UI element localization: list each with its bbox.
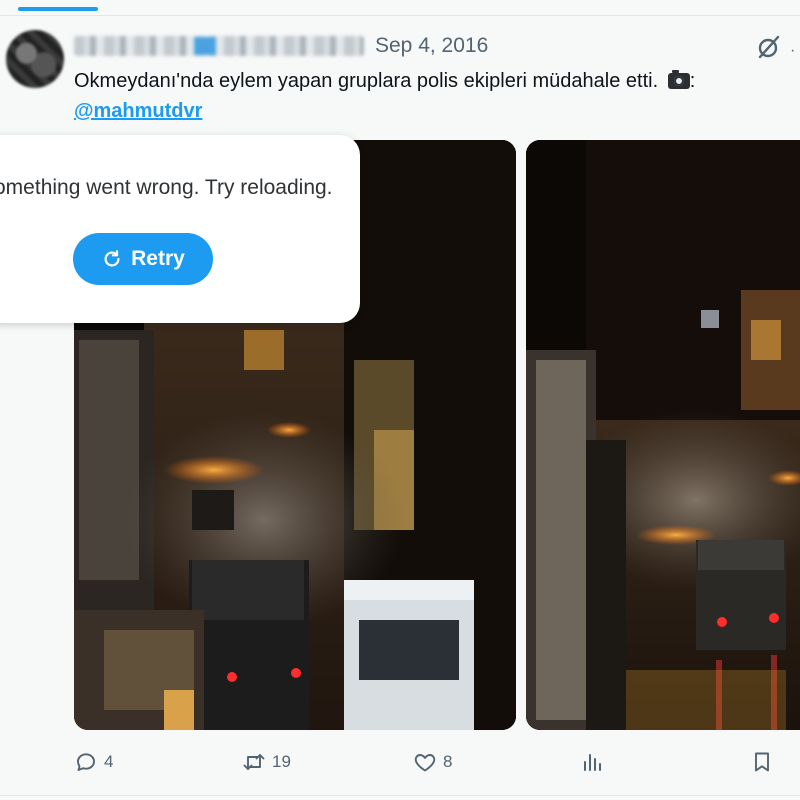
top-divider <box>0 15 800 16</box>
tweet-text: Okmeydanı'nda eylem yapan gruplara polis… <box>74 66 794 126</box>
bookmark-action[interactable] <box>750 750 774 774</box>
repost-action[interactable]: 19 <box>242 750 291 774</box>
tweet-body: Okmeydanı'nda eylem yapan gruplara polis… <box>74 70 659 92</box>
repost-count: 19 <box>272 752 291 771</box>
tweet-text-suffix: : <box>689 70 696 92</box>
more-icon[interactable]: · <box>790 42 795 60</box>
tweet-date[interactable]: Sep 4, 2016 <box>375 34 488 58</box>
reply-action[interactable]: 4 <box>74 750 113 774</box>
like-action[interactable]: 8 <box>413 750 452 774</box>
verified-badge-blurred <box>194 37 216 55</box>
media-error-card: Something went wrong. Try reloading. Ret… <box>0 135 360 323</box>
retry-label: Retry <box>131 247 185 270</box>
bookmark-icon <box>755 752 769 772</box>
repost-icon <box>243 754 265 770</box>
grok-icon[interactable] <box>756 34 782 60</box>
bottom-divider <box>0 795 800 796</box>
reply-icon <box>77 753 95 771</box>
author-name-blurred[interactable] <box>74 36 364 56</box>
loading-progress-bar <box>18 7 98 11</box>
tweet-photo-2[interactable] <box>526 140 800 730</box>
reply-count: 4 <box>104 752 114 771</box>
like-icon <box>414 754 436 772</box>
error-message: Something went wrong. Try reloading. <box>0 176 333 199</box>
retry-button[interactable]: Retry <box>73 233 213 285</box>
views-action[interactable] <box>580 750 604 774</box>
photo-2-scene <box>526 140 800 730</box>
like-count: 8 <box>443 752 453 771</box>
mention-link[interactable]: @mahmutdvr <box>74 100 202 122</box>
avatar[interactable] <box>6 30 64 88</box>
retry-icon <box>104 250 120 267</box>
camera-icon <box>667 70 690 89</box>
views-icon <box>584 754 601 771</box>
